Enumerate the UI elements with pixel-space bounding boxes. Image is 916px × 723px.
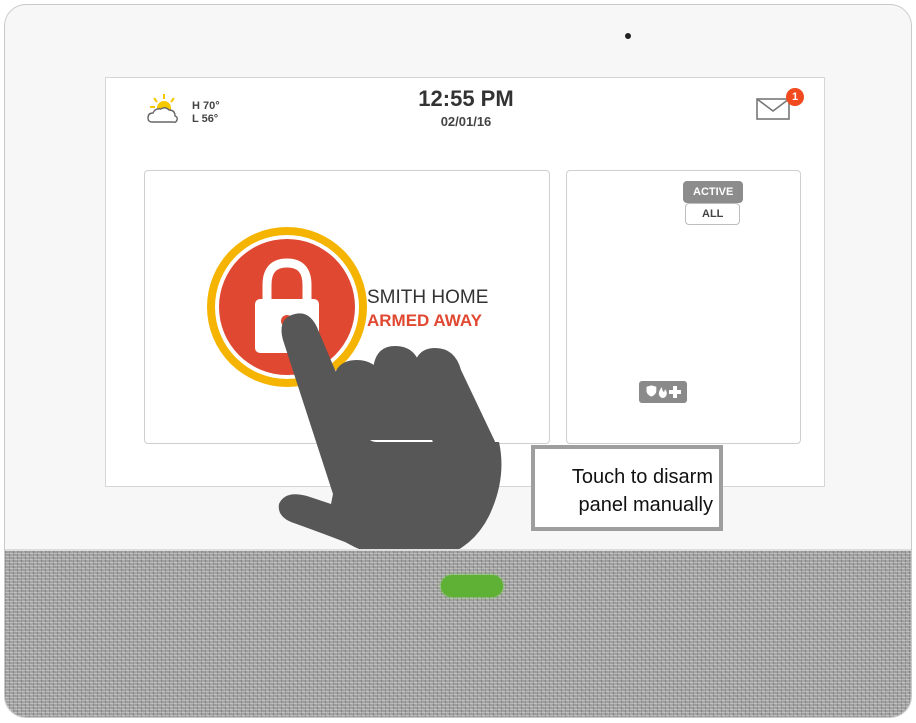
fire-icon [658,387,667,398]
clock: 12:55 PM 02/01/16 [366,86,566,129]
medical-cross-icon [669,386,681,398]
callout-line-1: Touch to disarm [571,466,713,488]
message-count-badge: 1 [786,88,804,106]
messages-button[interactable]: 1 [756,88,804,122]
low-temp: L 56° [192,113,219,125]
callout-line-2: panel manually [578,494,713,516]
weather-widget[interactable]: H 70° L 56° [144,92,234,132]
camera-dot [625,33,631,39]
tab-active[interactable]: ACTIVE [683,181,744,203]
status-led [441,575,503,597]
panel-device: H 70° L 56° 12:55 PM 02/01/16 1 SMITH HO… [4,4,912,718]
current-time: 12:55 PM [418,86,514,111]
instruction-callout: Touch to disarm panel manually [531,445,723,531]
temperature-readout: H 70° L 56° [192,100,220,126]
emergency-button[interactable] [639,381,687,403]
tab-all[interactable]: ALL [685,203,741,225]
sensor-filter-tabs: ACTIVEALL [683,181,800,225]
current-date: 02/01/16 [440,114,492,129]
partly-cloudy-icon [144,92,184,133]
home-name: SMITH HOME [367,287,489,308]
shield-icon [646,385,657,397]
envelope-icon [756,98,792,127]
pointing-hand-illustration [278,313,502,561]
high-temp: H 70° [192,100,220,112]
